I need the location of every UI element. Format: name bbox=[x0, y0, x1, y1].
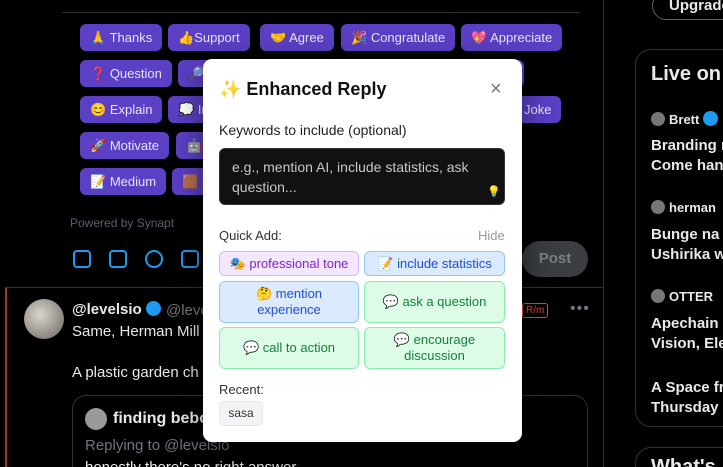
speech-icon: 💬 bbox=[242, 340, 260, 355]
poll-icon[interactable] bbox=[181, 250, 199, 268]
chip-label: Support bbox=[194, 30, 240, 45]
keywords-field[interactable]: 💡 bbox=[219, 148, 505, 205]
tweet-text: Same, Herman Mill bbox=[72, 323, 200, 340]
live-item-text[interactable]: Bunge na S Ushirika w bbox=[651, 225, 723, 265]
keywords-label: Keywords to include (optional) bbox=[219, 122, 407, 138]
chip-emoji: 👍 bbox=[178, 30, 195, 45]
live-title: Live on bbox=[651, 63, 722, 85]
chip-emoji: 🚀 bbox=[90, 138, 107, 153]
chip-label: Joke bbox=[524, 102, 552, 117]
chip-emoji: 📝 bbox=[90, 174, 107, 189]
host-name: herman bbox=[669, 200, 716, 215]
chip-emoji: 💭 bbox=[178, 102, 195, 117]
chip-label: Medium bbox=[109, 174, 157, 189]
image-icon[interactable] bbox=[73, 250, 91, 268]
recent-item[interactable]: sasa bbox=[219, 401, 263, 426]
reply-chip-in[interactable]: 💭 In bbox=[168, 96, 209, 123]
chip-emoji: 💖 bbox=[471, 30, 488, 45]
chip-emoji: 🙏 bbox=[90, 30, 107, 45]
more-icon[interactable]: ••• bbox=[570, 300, 590, 318]
chip-emoji: 🤝 bbox=[270, 30, 287, 45]
thread-line bbox=[5, 288, 7, 467]
chip-emoji: 🤖 bbox=[186, 138, 203, 153]
live-item-text[interactable]: Branding n Come hang bbox=[651, 136, 723, 176]
author-name: @levelsio bbox=[72, 301, 142, 318]
reply-chip-agree[interactable]: 🤝 Agree bbox=[260, 24, 334, 51]
quick-add-mention-experience[interactable]: 🤔 mention experience bbox=[219, 281, 359, 323]
reply-chip-appreciate[interactable]: 💖 Appreciate bbox=[461, 24, 563, 51]
quote-text: honestly there's no right answer bbox=[85, 459, 296, 467]
chip-emoji: 🟫 bbox=[182, 174, 199, 189]
keywords-input[interactable] bbox=[232, 157, 488, 199]
chip-label: Explain bbox=[109, 102, 153, 117]
chip-label: Congratulate bbox=[370, 30, 446, 45]
quote-author: finding bebo bbox=[113, 410, 209, 427]
quick-add-label: include statistics bbox=[397, 255, 492, 271]
reply-chip-question[interactable]: ❓ Question bbox=[80, 60, 172, 87]
modal-title: ✨ Enhanced Reply bbox=[219, 79, 387, 99]
live-item-text[interactable]: A Space fr Thursday bbox=[651, 378, 723, 418]
quick-add-label: encourage discussion bbox=[404, 332, 476, 363]
quick-add-call-to-action[interactable]: 💬 call to action bbox=[219, 327, 359, 369]
grok-icon[interactable] bbox=[145, 250, 163, 268]
quick-add-label: professional tone bbox=[249, 255, 349, 271]
reply-chip-medium[interactable]: 📝 Medium bbox=[80, 168, 167, 195]
speech-icon: 💬 bbox=[393, 332, 411, 347]
chip-label: Thanks bbox=[109, 30, 153, 45]
live-item-host[interactable]: Brett bbox=[651, 111, 719, 127]
avatar[interactable] bbox=[24, 299, 64, 339]
speech-icon: 💬 bbox=[382, 294, 399, 309]
chip-label: Appreciate bbox=[490, 30, 553, 45]
chip-label: Question bbox=[109, 66, 162, 81]
host-name: OTTER bbox=[669, 289, 714, 304]
reply-chip-motivate[interactable]: 🚀 Motivate bbox=[80, 132, 169, 159]
live-item-host[interactable]: herman bbox=[651, 200, 716, 215]
live-item-host[interactable]: OTTER bbox=[651, 289, 713, 304]
tweet-text: A plastic garden ch bbox=[72, 364, 199, 381]
status-badge: R/m bbox=[522, 303, 549, 318]
hide-button[interactable]: Hide bbox=[478, 228, 505, 243]
quick-add-professional-tone[interactable]: 🎭 professional tone bbox=[219, 251, 359, 276]
quick-add-label: ask a question bbox=[402, 294, 487, 309]
verified-icon bbox=[703, 111, 719, 126]
gif-icon[interactable] bbox=[109, 250, 127, 268]
quick-add-content: 🤔 mention experience bbox=[226, 286, 352, 318]
quick-add-encourage-discussion[interactable]: 💬 encourage discussion bbox=[364, 327, 505, 369]
avatar bbox=[651, 200, 665, 214]
quick-add-include-statistics[interactable]: 📝 include statistics bbox=[364, 251, 505, 276]
chip-label: Agree bbox=[289, 30, 324, 45]
quick-add-label: call to action bbox=[262, 340, 336, 355]
verified-icon bbox=[145, 301, 161, 316]
avatar bbox=[651, 289, 665, 303]
reply-chip-congratulate[interactable]: 🎉 Congratulate bbox=[341, 24, 456, 51]
chip-emoji: 🔎 bbox=[188, 66, 205, 81]
memo-icon: 📝 bbox=[377, 255, 394, 271]
divider bbox=[62, 12, 580, 13]
lightbulb-icon: 💡 bbox=[487, 186, 501, 198]
live-item-text[interactable]: Apechain Vision, Ele bbox=[651, 314, 723, 354]
quick-add-ask-a-question[interactable]: 💬 ask a question bbox=[364, 281, 505, 323]
whats-happening-title: What's bbox=[651, 456, 716, 467]
reply-chip-explain[interactable]: 😊 Explain bbox=[80, 96, 163, 123]
recent-label: Recent: bbox=[219, 382, 264, 397]
thinking-icon: 🤔 bbox=[255, 286, 273, 301]
tweet-author[interactable]: @levelsio bbox=[72, 301, 161, 318]
avatar bbox=[651, 112, 665, 126]
chip-emoji: 🎉 bbox=[351, 30, 368, 45]
mask-icon: 🎭 bbox=[229, 255, 246, 271]
host-name: Brett bbox=[669, 112, 700, 127]
chip-label: Motivate bbox=[109, 138, 159, 153]
chip-emoji: 😊 bbox=[90, 102, 107, 117]
close-icon[interactable]: × bbox=[490, 79, 502, 99]
quick-add-content: 💬 encourage discussion bbox=[371, 332, 498, 364]
upgrade-button[interactable]: Upgrade bbox=[652, 0, 723, 20]
reply-chip-thanks[interactable]: 🙏 Thanks bbox=[80, 24, 163, 51]
powered-by-text: Powered by Synapt bbox=[70, 216, 175, 230]
chip-emoji: ❓ bbox=[90, 66, 107, 81]
enhanced-reply-modal: ✨ Enhanced Reply × Keywords to include (… bbox=[203, 59, 522, 442]
reply-chip-support[interactable]: 👍Support bbox=[168, 24, 250, 51]
post-button[interactable]: Post bbox=[522, 241, 588, 277]
avatar bbox=[85, 408, 107, 430]
quick-add-label: Quick Add: bbox=[219, 228, 282, 243]
